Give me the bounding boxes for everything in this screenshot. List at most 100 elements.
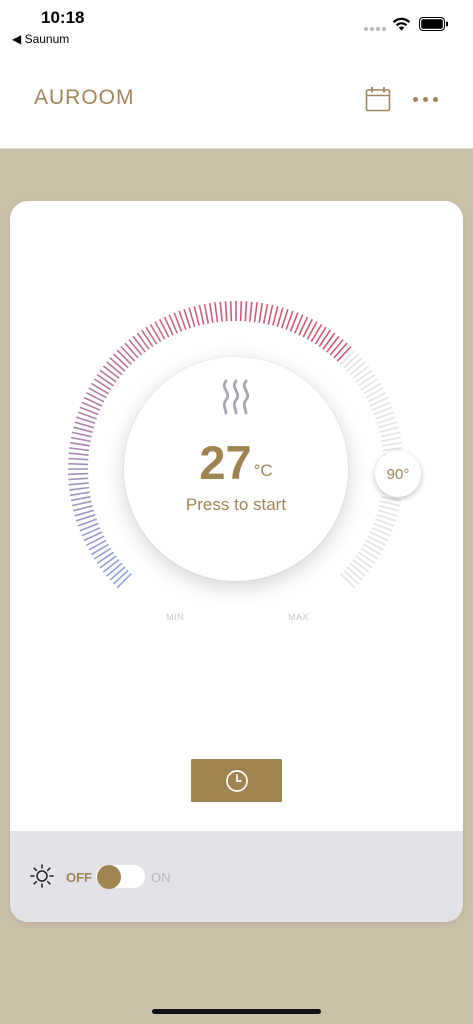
dial-tick (380, 431, 401, 438)
steam-icon (222, 379, 250, 415)
dial-tick (336, 345, 352, 362)
dial-tick (109, 357, 126, 372)
dial-tick (102, 365, 120, 379)
min-label: MIN (166, 612, 184, 622)
cellular-dots-icon (364, 27, 386, 33)
light-toggle[interactable] (96, 865, 145, 889)
status-time: 10:18 (41, 8, 85, 27)
dial-tick (360, 378, 379, 391)
dial-tick (310, 323, 323, 343)
sun-icon (30, 864, 54, 888)
dial-tick (355, 555, 373, 569)
dial-tick (136, 332, 150, 350)
sauna-control-card: 27 °C Press to start 90° MIN MAX OFF ON (10, 201, 463, 922)
dial-tick (99, 555, 117, 569)
dial-tick (68, 482, 89, 486)
dial-tick (239, 301, 243, 322)
dial-tick (70, 495, 91, 502)
dial-tick (73, 426, 93, 433)
dial-tick (140, 329, 154, 348)
dial-tick (68, 477, 89, 481)
dial-tick (357, 551, 376, 565)
dial-tick (96, 551, 115, 565)
light-toggle-knob (97, 865, 121, 889)
clock-icon (225, 769, 248, 792)
dial-tick (329, 339, 344, 356)
dial-tick (377, 509, 398, 517)
dial-tick (73, 505, 93, 512)
timer-button[interactable] (191, 759, 282, 802)
dial-tick (88, 387, 107, 399)
dial-tick (381, 436, 402, 443)
dial-tick (326, 335, 340, 353)
max-label: MAX (288, 612, 310, 622)
dial-tick (69, 447, 90, 452)
wifi-icon (392, 17, 411, 31)
dial-tick (188, 307, 196, 328)
battery-icon (419, 17, 448, 31)
dial-tick (379, 426, 399, 433)
dial-tick (355, 369, 373, 383)
back-to-app-link[interactable]: ◀ Saunum (12, 32, 69, 46)
dial-tick (276, 307, 284, 328)
dial-tick (365, 539, 384, 551)
more-icon[interactable] (413, 97, 438, 102)
dial-tick (380, 500, 401, 507)
dial-tick (106, 562, 123, 577)
dial-tick (99, 369, 117, 383)
dial-tick (68, 452, 89, 456)
status-bar: 10:18 ◀ Saunum (0, 0, 473, 52)
dial-tick (362, 543, 382, 556)
dial-tick (149, 323, 162, 343)
dial-tick (349, 562, 366, 577)
dial-tick (362, 382, 382, 395)
dial-tick (71, 500, 92, 507)
dial-tick (379, 505, 399, 512)
light-control-bar: OFF ON (10, 831, 463, 922)
dial-tick (346, 566, 363, 581)
dial-tick (124, 342, 139, 359)
dial-tick (229, 301, 233, 322)
dial-tick (68, 457, 89, 461)
dial-tick (154, 321, 166, 340)
dial-tick (69, 486, 90, 491)
dial-tick (244, 301, 248, 322)
start-button[interactable]: 27 °C Press to start (124, 357, 348, 581)
dial-tick (120, 345, 136, 362)
dial-tick (145, 326, 158, 345)
dial-tick (208, 302, 214, 323)
target-temperature-handle[interactable]: 90° (375, 451, 421, 497)
dial-tick (69, 441, 90, 447)
dial-tick (132, 335, 146, 353)
dial-tick (352, 365, 370, 379)
dial-tick (71, 431, 92, 438)
dial-tick (377, 421, 398, 429)
dial-tick (258, 302, 264, 323)
dial-tick (88, 539, 107, 551)
dial-tick (116, 349, 132, 365)
dial-tick (272, 306, 279, 326)
dial-tick (349, 361, 366, 376)
dial-tick (109, 566, 126, 581)
dial-tick (112, 353, 129, 369)
light-off-label: OFF (66, 870, 92, 885)
current-temperature: 27 °C (124, 435, 348, 490)
dial-tick (343, 353, 360, 369)
dial-tick (360, 547, 379, 560)
dial-tick (267, 304, 274, 325)
dial-tick (306, 321, 318, 340)
light-on-label: ON (151, 870, 171, 885)
dial-tick (357, 373, 376, 387)
dial-tick (203, 303, 210, 324)
dial-tick (93, 378, 112, 391)
dial-tick (343, 569, 360, 585)
dial-tick (352, 559, 370, 573)
dial-tick (322, 332, 336, 350)
dial-tick (340, 573, 356, 589)
dial-tick (318, 329, 332, 348)
target-temperature-value: 90° (386, 465, 410, 483)
dial-tick (346, 357, 363, 372)
dial-tick (224, 301, 228, 322)
calendar-icon[interactable] (365, 86, 391, 112)
dial-tick (93, 547, 112, 560)
